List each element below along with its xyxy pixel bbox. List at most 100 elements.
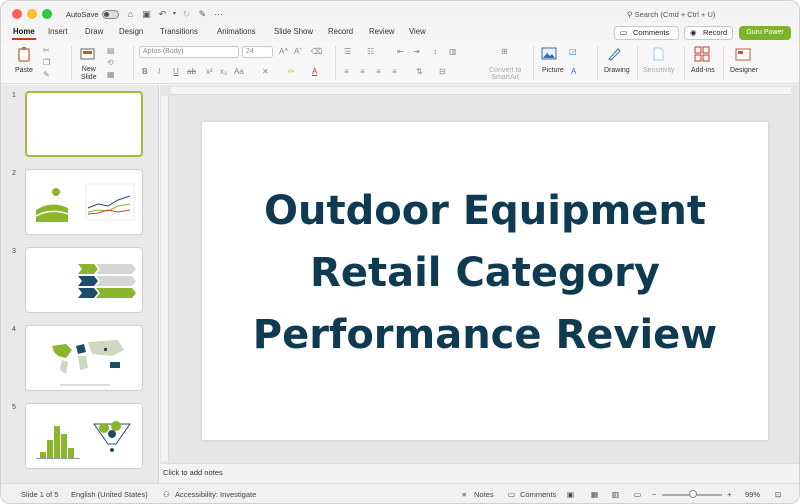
guru-power-button[interactable]: Guru Power [739, 26, 791, 40]
subscript-button[interactable]: x₂ [220, 67, 227, 77]
notes-button[interactable]: Notes [474, 490, 494, 499]
highlight-icon[interactable]: ✏ [288, 67, 295, 77]
section-icon[interactable]: ▦ [107, 70, 115, 80]
layout-icon[interactable]: ▤ [107, 46, 115, 56]
slide-thumbnail-5[interactable] [25, 403, 143, 469]
increase-indent-icon[interactable]: ⇥ [413, 47, 420, 57]
language-indicator[interactable]: English (United States) [71, 490, 148, 499]
numbering-icon[interactable]: ☷ [367, 47, 374, 57]
zoom-in-icon[interactable]: + [727, 490, 731, 499]
new-slide-icon[interactable] [80, 46, 96, 62]
copy-icon[interactable]: ❐ [43, 58, 50, 68]
slide-number: 4 [12, 326, 16, 333]
tab-home[interactable]: Home [13, 27, 35, 36]
redo-icon[interactable]: ↻ [181, 9, 192, 20]
more-icon[interactable]: ··· [213, 9, 224, 20]
convert-smartart-label[interactable]: Convert to SmartArt [489, 67, 521, 81]
undo-icon[interactable]: ↶ [157, 9, 168, 20]
tab-view[interactable]: View [409, 27, 426, 36]
justify-icon[interactable]: ≡ [392, 67, 397, 77]
fit-slide-icon[interactable]: ⊡ [775, 490, 781, 499]
shrink-font-icon[interactable]: Aˇ [294, 47, 302, 57]
save-icon[interactable]: ▣ [141, 9, 152, 20]
align-right-icon[interactable]: ≡ [376, 67, 381, 77]
strikethrough-button[interactable]: ab [187, 67, 196, 77]
autosave-toggle[interactable] [102, 10, 119, 19]
tab-slide-show[interactable]: Slide Show [274, 27, 313, 36]
align-left-icon[interactable]: ≡ [344, 67, 349, 77]
picture-label[interactable]: Picture [542, 67, 564, 74]
zoom-out-icon[interactable]: − [652, 490, 656, 499]
drawing-icon[interactable] [606, 46, 622, 62]
bullets-icon[interactable]: ☰ [344, 47, 351, 57]
close-window-button[interactable] [12, 9, 22, 19]
notes-pane[interactable]: Click to add notes [160, 463, 799, 483]
font-name-field[interactable]: Aptos (Body) [139, 46, 239, 58]
zoom-slider-knob[interactable] [689, 490, 697, 498]
bold-button[interactable]: B [142, 67, 148, 77]
home-icon[interactable]: ⌂ [125, 9, 136, 20]
grow-font-icon[interactable]: A^ [279, 47, 288, 57]
tab-design[interactable]: Design [119, 27, 143, 36]
slide-thumbnail-panel[interactable]: 1 2 3 4 5 [1, 85, 159, 483]
decrease-indent-icon[interactable]: ⇤ [397, 47, 404, 57]
clear-format-icon[interactable]: ⌫ [311, 47, 322, 57]
superscript-button[interactable]: x² [206, 67, 213, 77]
reading-view-icon[interactable]: ▥ [612, 490, 619, 499]
slide-thumbnail-4[interactable] [25, 325, 143, 391]
zoom-level[interactable]: 99% [745, 490, 760, 499]
underline-button[interactable]: U [173, 67, 179, 77]
record-button[interactable]: ◉ Record [684, 26, 733, 40]
slide-sorter-icon[interactable]: ▦ [591, 490, 598, 499]
edit-icon[interactable]: ✎ [197, 9, 208, 20]
zoom-window-button[interactable] [42, 9, 52, 19]
notes-icon: ≡ [462, 490, 467, 499]
textbox-icon[interactable]: A [571, 67, 576, 77]
clear-icon[interactable]: ✕ [262, 67, 269, 77]
comments-status-button[interactable]: Comments [520, 490, 556, 499]
drawing-label[interactable]: Drawing [604, 67, 630, 74]
change-case-button[interactable]: Aa [234, 67, 244, 77]
font-size-field[interactable]: 24 [242, 46, 273, 58]
tab-transitions[interactable]: Transitions [160, 27, 198, 36]
text-direction-icon[interactable]: ⇅ [416, 67, 423, 77]
line-spacing-icon[interactable]: ↕ [433, 47, 437, 57]
normal-view-icon[interactable]: ▣ [567, 490, 574, 499]
search-field[interactable]: ⚲ Search (Cmd + Ctrl + U) [627, 10, 715, 19]
columns-icon[interactable]: ▥ [449, 47, 457, 57]
slide-title[interactable]: Outdoor Equipment Retail Category Perfor… [202, 180, 768, 366]
align-center-icon[interactable]: ≡ [360, 67, 365, 77]
reset-icon[interactable]: ⟲ [107, 58, 114, 68]
italic-button[interactable]: I [158, 67, 160, 77]
slide-thumbnail-1[interactable] [25, 91, 143, 157]
sensitivity-label[interactable]: Sensitivity [643, 67, 675, 74]
align-text-icon[interactable]: ⊟ [439, 67, 446, 77]
slide-thumbnail-3[interactable] [25, 247, 143, 313]
add-ins-label[interactable]: Add-ins [691, 67, 715, 74]
cut-icon[interactable]: ✂ [43, 46, 50, 56]
undo-dropdown-icon[interactable]: ▾ [169, 9, 180, 20]
font-color-button[interactable]: A [312, 67, 317, 77]
picture-icon[interactable] [541, 46, 557, 62]
current-slide[interactable]: Outdoor Equipment Retail Category Perfor… [202, 122, 768, 440]
designer-label[interactable]: Designer [730, 67, 758, 74]
tab-draw[interactable]: Draw [85, 27, 103, 36]
tab-insert[interactable]: Insert [48, 27, 68, 36]
sensitivity-icon[interactable] [650, 46, 666, 62]
designer-icon[interactable] [735, 46, 751, 62]
add-ins-icon[interactable] [694, 46, 710, 62]
accessibility-status[interactable]: Accessibility: Investigate [175, 490, 256, 499]
format-painter-icon[interactable]: ✎ [43, 70, 50, 80]
shapes-icon[interactable]: ◲ [569, 47, 577, 57]
tab-record[interactable]: Record [328, 27, 353, 36]
minimize-window-button[interactable] [27, 9, 37, 19]
slide-thumbnail-2[interactable] [25, 169, 143, 235]
slideshow-icon[interactable]: ▭ [634, 490, 641, 499]
tab-animations[interactable]: Animations [217, 27, 256, 36]
paste-label[interactable]: Paste [15, 67, 33, 74]
comments-button[interactable]: ▭ Comments [614, 26, 679, 40]
paste-icon[interactable] [17, 46, 33, 62]
tab-review[interactable]: Review [369, 27, 395, 36]
new-slide-label[interactable]: New Slide [81, 66, 97, 82]
smartart-icon[interactable]: ⊞ [501, 47, 508, 57]
